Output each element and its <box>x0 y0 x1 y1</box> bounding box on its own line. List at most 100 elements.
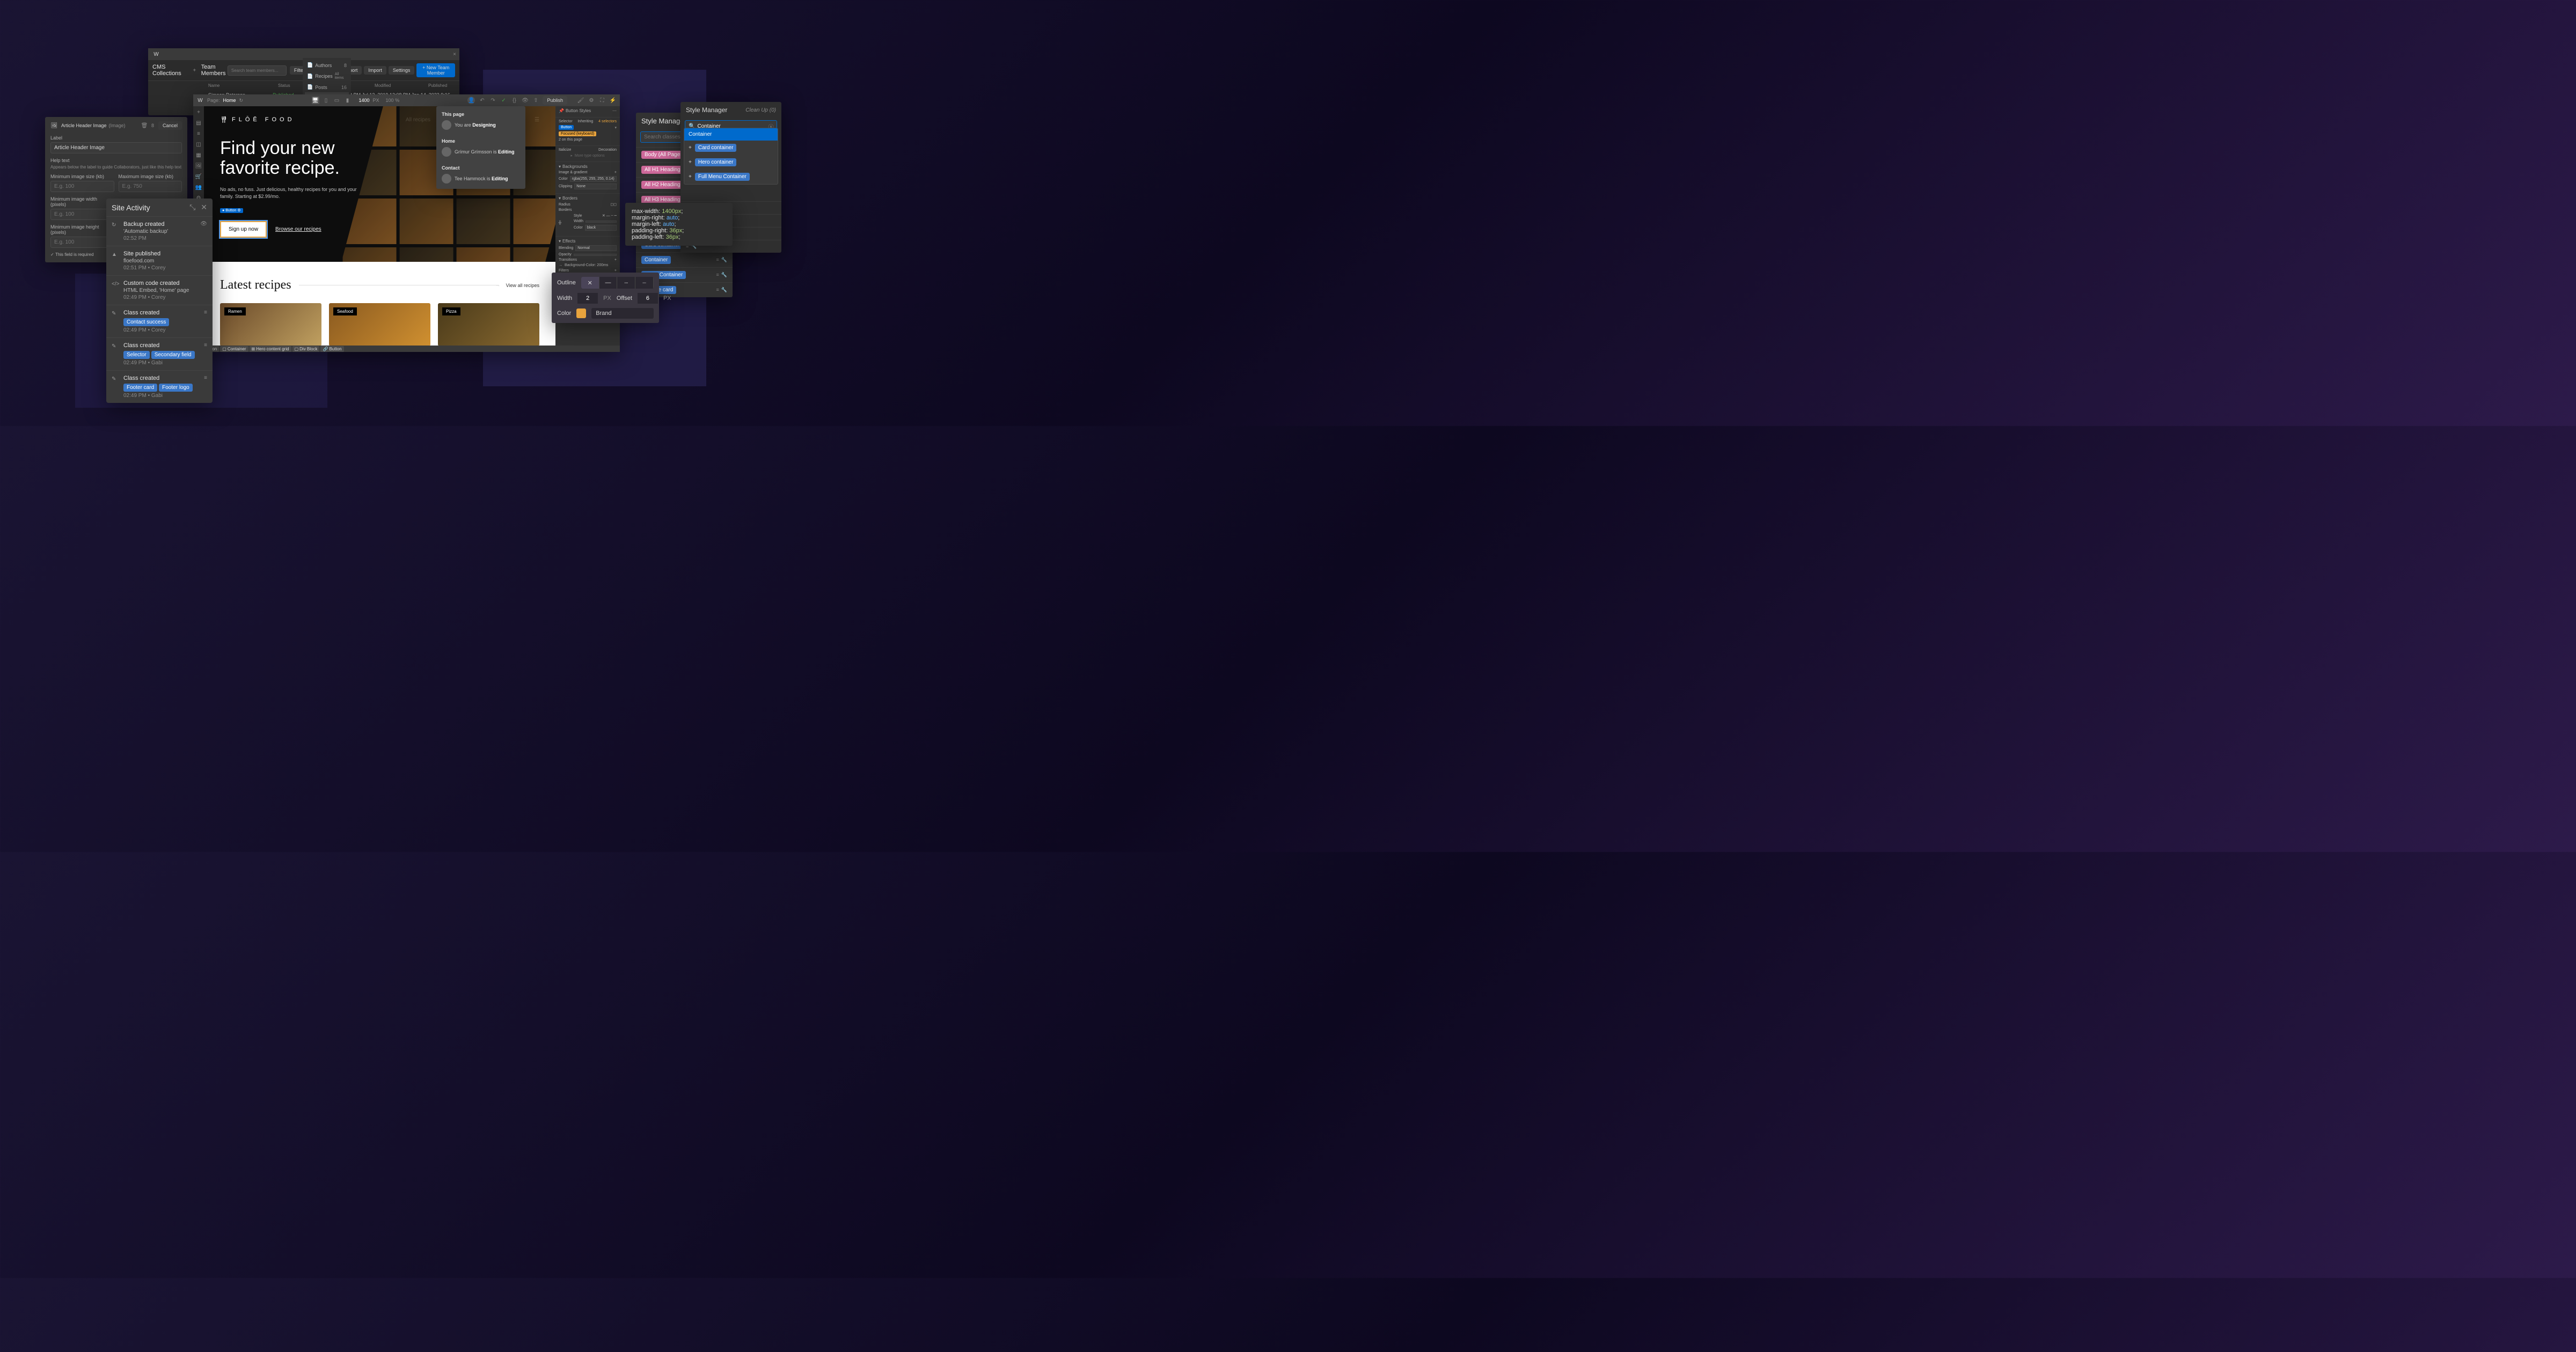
label-input[interactable] <box>50 142 182 153</box>
webflow-logo-icon[interactable]: W <box>196 97 204 104</box>
cms-icon[interactable]: ▦ <box>195 151 202 159</box>
hero-heading[interactable]: Find your newfavorite recipe. <box>220 138 381 179</box>
bg-color-input[interactable]: rgba(255, 255, 255, 0.14) <box>570 176 617 182</box>
browse-link[interactable]: Browse our recipes <box>275 226 321 232</box>
col-modified[interactable]: Modified <box>375 83 428 88</box>
search-members-input[interactable] <box>228 65 287 76</box>
assets-icon[interactable]: 🖼 <box>195 162 202 170</box>
refresh-icon[interactable]: ↻ <box>239 98 244 104</box>
viewport-mobile-l-icon[interactable]: ▭ <box>333 97 341 104</box>
min-width-input[interactable] <box>50 209 114 220</box>
settings-button[interactable]: Settings <box>389 66 415 75</box>
recipe-card[interactable]: Seafood <box>329 303 430 346</box>
more-icon[interactable]: ⋯ <box>612 108 617 113</box>
add-icon[interactable]: + <box>614 258 617 262</box>
zoom-level[interactable]: 100 % <box>386 98 400 103</box>
list-icon[interactable]: ≡ <box>716 287 719 293</box>
outline-solid[interactable]: — <box>599 277 618 289</box>
list-icon[interactable]: ≡ <box>204 375 207 399</box>
suggestion-item[interactable]: Container <box>684 128 778 141</box>
viewport-desktop-icon[interactable]: 🖥 <box>312 97 319 104</box>
outline-none[interactable]: ✕ <box>581 277 599 289</box>
activity-item[interactable]: ▲Site publishedfloefood.com02:51 PM • Co… <box>106 246 213 275</box>
activity-item[interactable]: ↻Backup created'Automatic backup'02:52 P… <box>106 216 213 246</box>
navigator-icon[interactable]: ≡ <box>195 130 202 137</box>
brand-logo[interactable]: FLŌĒ FOOD <box>220 116 295 123</box>
minimize-icon[interactable]: ⤡ <box>189 203 195 211</box>
settings-icon[interactable]: ⚙ <box>588 97 595 104</box>
activity-item[interactable]: </>Custom code createdHTML Embed, 'Home'… <box>106 275 213 305</box>
pages-icon[interactable]: ▤ <box>195 119 202 127</box>
wrench-icon[interactable]: 🔧 <box>721 257 727 263</box>
wrench-icon[interactable]: 🔧 <box>721 272 727 278</box>
cleanup-button[interactable]: Clean Up (0) <box>745 107 776 113</box>
opacity-input[interactable] <box>574 254 617 256</box>
presence-icon[interactable]: 👤 <box>467 97 475 104</box>
cancel-button[interactable]: Cancel <box>158 121 182 130</box>
code-icon[interactable]: {} <box>510 97 518 104</box>
new-collection-icon[interactable]: + <box>192 67 197 74</box>
more-type-options[interactable]: More type options <box>575 154 605 158</box>
share-icon[interactable]: ⇧ <box>532 97 539 104</box>
max-size-input[interactable] <box>119 181 182 192</box>
crumb[interactable]: ⊞ Hero content grid <box>250 346 291 352</box>
import-button[interactable]: Import <box>364 66 386 75</box>
state-chip[interactable]: Focused (keyboard) <box>559 131 596 136</box>
bolt-icon[interactable]: ⚡ <box>609 97 617 104</box>
hero-description[interactable]: No ads, no fuss. Just delicious, healthy… <box>220 186 370 201</box>
list-icon[interactable]: ≡ <box>204 342 207 366</box>
undo-icon[interactable]: ↶ <box>478 97 486 104</box>
trash-icon[interactable]: 🗑 <box>141 122 148 129</box>
save-icon[interactable]: ✓ <box>500 97 507 104</box>
page-selector[interactable]: Home <box>223 98 236 103</box>
collection-item[interactable]: 📄Authors8 <box>305 60 349 70</box>
activity-item[interactable]: ✎Class createdContact success02:49 PM • … <box>106 305 213 337</box>
design-canvas[interactable]: FLŌĒ FOOD All recipes Learn Shop Cookboo… <box>204 106 555 346</box>
color-swatch[interactable] <box>576 308 586 318</box>
suggestion-item[interactable]: +Full Menu Container <box>684 170 778 184</box>
activity-item[interactable]: ✎Class createdSelectorSecondary field02:… <box>106 337 213 370</box>
brush-icon[interactable]: 🖌 <box>577 97 584 104</box>
canvas-width[interactable]: 1400 <box>359 98 370 103</box>
pin-icon[interactable]: 📌 <box>559 108 564 113</box>
recipe-card[interactable]: Pizza <box>438 303 539 346</box>
add-icon[interactable]: + <box>614 269 617 273</box>
border-color-input[interactable]: black <box>585 225 617 231</box>
recipe-card[interactable]: Ramen <box>220 303 321 346</box>
outline-dashed[interactable]: ┄ <box>617 277 635 289</box>
publish-button[interactable]: Publish <box>543 96 567 105</box>
viewport-tablet-icon[interactable]: ▯ <box>323 97 330 104</box>
outline-dotted[interactable]: ┈ <box>635 277 654 289</box>
section-heading[interactable]: Latest recipes <box>220 278 291 292</box>
viewport-mobile-icon[interactable]: ▮ <box>344 97 352 104</box>
presence-user[interactable]: You are Designing <box>442 120 520 130</box>
suggestion-item[interactable]: +Card container <box>684 141 778 155</box>
outline-color-input[interactable]: Brand <box>591 308 654 319</box>
list-icon[interactable]: ≡ <box>716 257 719 263</box>
chevron-down-icon[interactable]: ▾ <box>614 126 617 130</box>
ecommerce-icon[interactable]: 🛒 <box>195 173 202 180</box>
crumb[interactable]: ▢ Div Block <box>292 346 320 352</box>
outline-offset-input[interactable] <box>638 293 658 304</box>
border-width-input[interactable] <box>586 221 617 223</box>
outline-width-input[interactable] <box>577 293 598 304</box>
list-icon[interactable]: ≡ <box>204 310 207 333</box>
crumb[interactable]: 🔗 Button <box>320 346 343 352</box>
border-style[interactable]: ✕ — ┄ ┅ <box>602 214 617 218</box>
preview-icon[interactable]: 👁 <box>521 97 529 104</box>
min-size-input[interactable] <box>50 181 114 192</box>
view-all-link[interactable]: View all recipes <box>506 283 539 288</box>
new-team-member-button[interactable]: + New Team Member <box>416 63 455 77</box>
style-item[interactable]: Container≡🔧 <box>636 252 733 267</box>
transition-item[interactable]: Background-Color: 200ms <box>565 263 608 267</box>
add-icon[interactable]: + <box>195 108 202 116</box>
wrench-icon[interactable]: 🔧 <box>721 287 727 293</box>
suggestion-item[interactable]: +Hero container <box>684 155 778 170</box>
outline-style-segment[interactable]: ✕ — ┄ ┈ <box>581 277 654 289</box>
close-icon[interactable]: × <box>453 52 456 57</box>
blending-select[interactable]: Normal <box>575 245 617 251</box>
users-icon[interactable]: 👥 <box>195 183 202 191</box>
redo-icon[interactable]: ↷ <box>489 97 496 104</box>
components-icon[interactable]: ◫ <box>195 141 202 148</box>
collection-item[interactable]: 📄Posts16 <box>305 82 349 92</box>
